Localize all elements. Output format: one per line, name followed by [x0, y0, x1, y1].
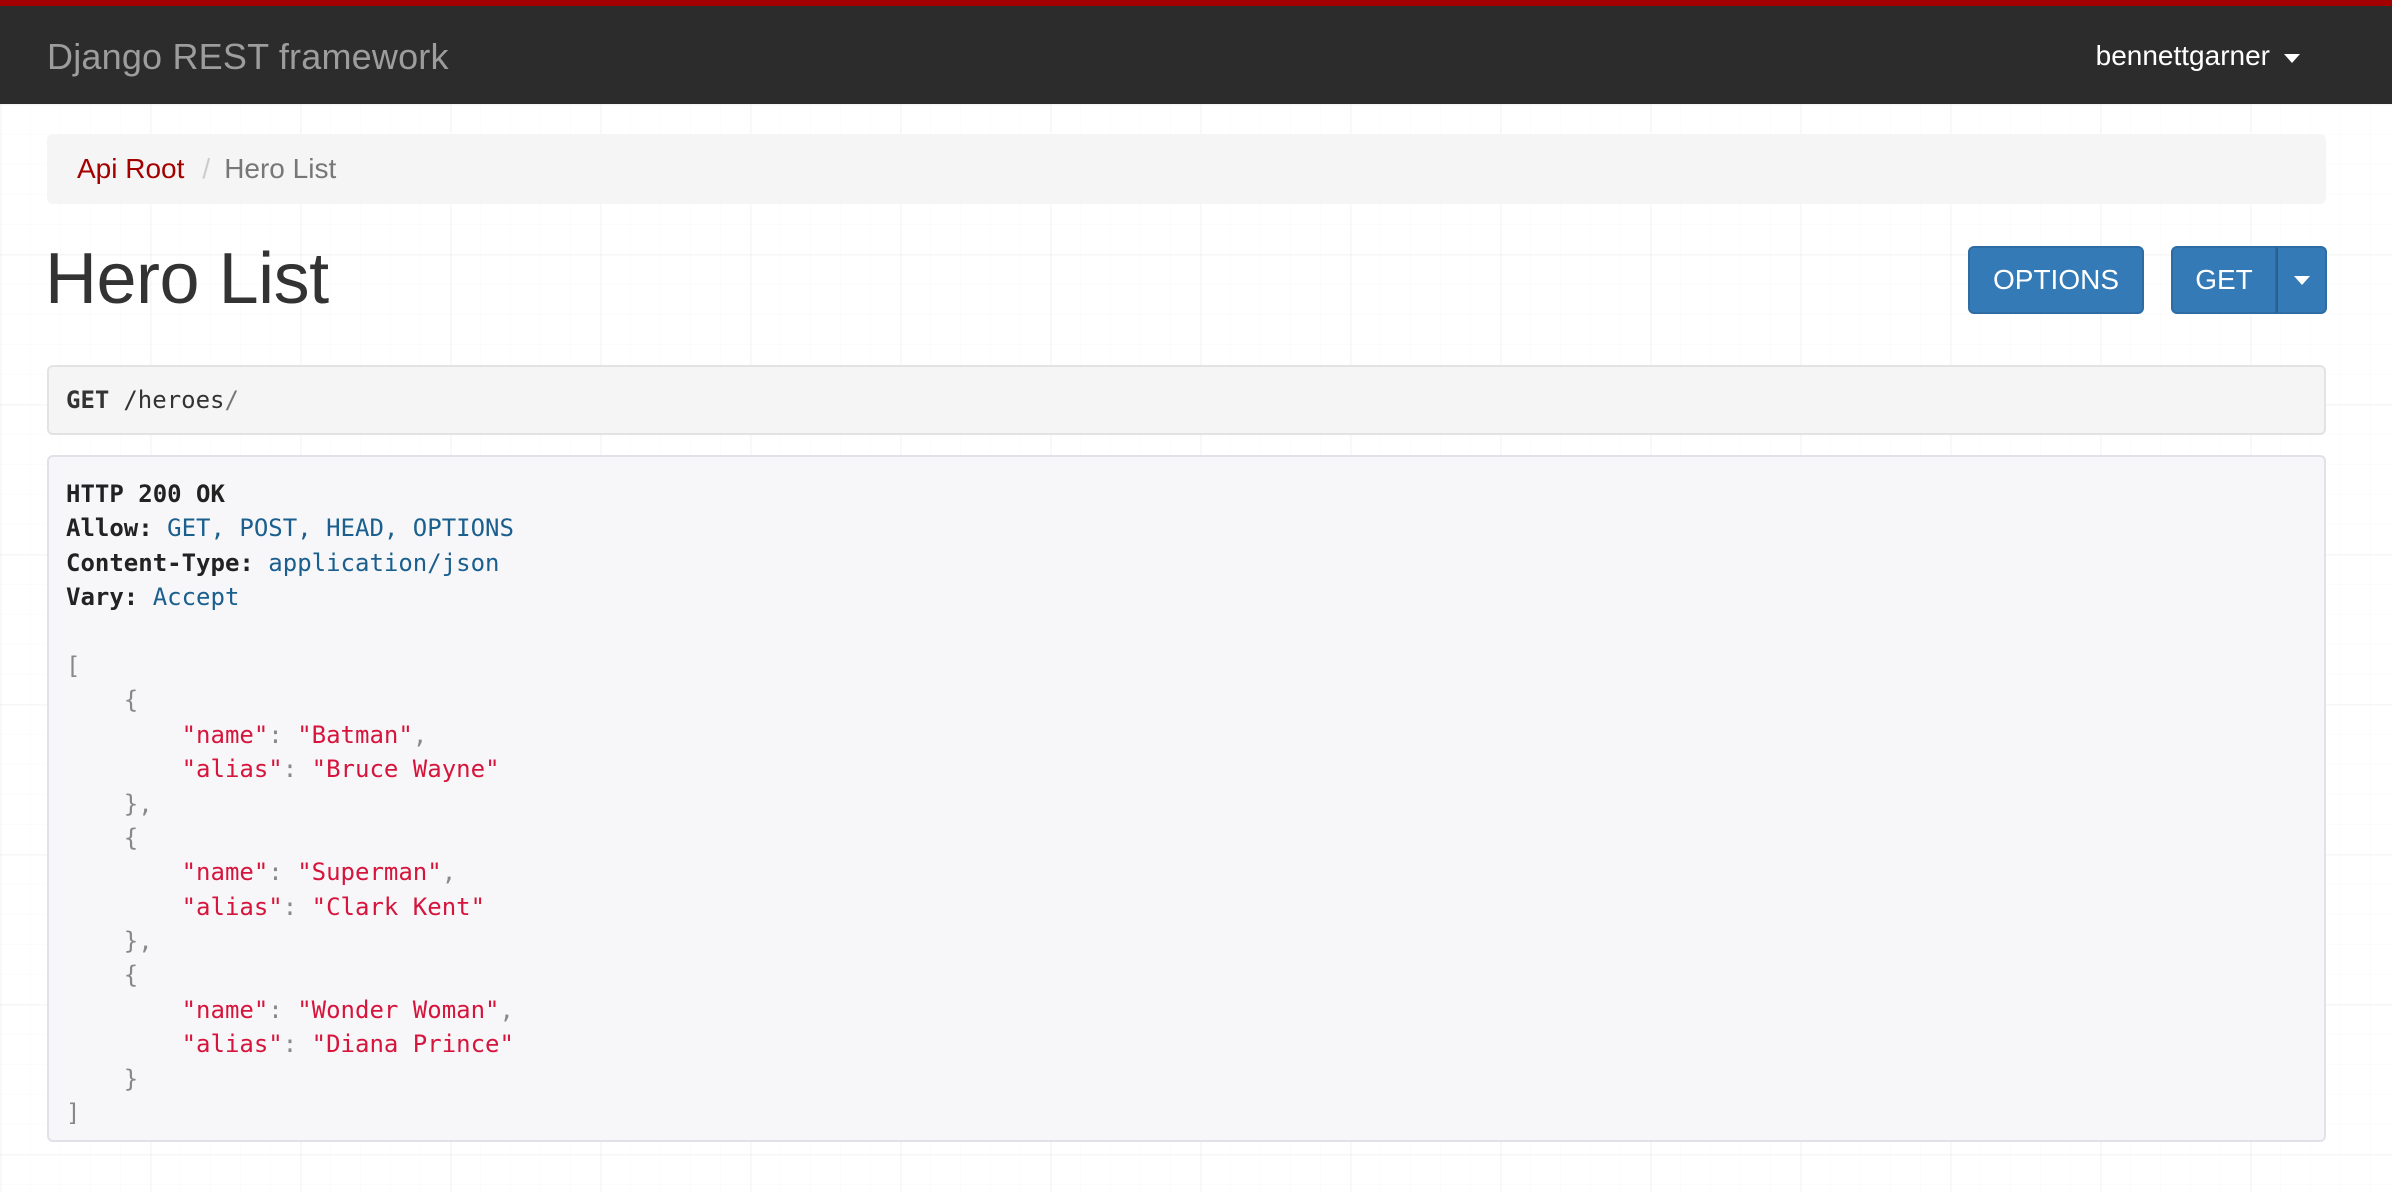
- header-value: GET, POST, HEAD, OPTIONS: [167, 514, 514, 543]
- header-key: Vary:: [66, 583, 139, 612]
- json-value-alias: "Bruce Wayne": [311, 755, 500, 784]
- breadcrumb-api-root-link[interactable]: Api Root: [77, 153, 184, 185]
- request-path-trailing-slash: /: [224, 386, 239, 414]
- request-method: GET: [66, 386, 110, 414]
- json-value-alias: "Diana Prince": [311, 1030, 514, 1059]
- hero-name: Batman: [311, 720, 399, 749]
- json-row: "alias": "Bruce Wayne": [181, 755, 500, 784]
- json-value-name: "Wonder Woman": [297, 995, 500, 1024]
- hero-alias: Diana Prince: [326, 1030, 500, 1059]
- json-row: "name": "Wonder Woman",: [181, 995, 514, 1024]
- json-key: "name": [181, 858, 269, 887]
- caret-down-icon: [2293, 275, 2310, 285]
- user-menu-dropdown[interactable]: bennettgarner: [2096, 40, 2300, 72]
- response-status: HTTP 200 OK: [66, 480, 225, 508]
- hero-name: Wonder Woman: [311, 995, 486, 1024]
- json-key: "name": [181, 720, 269, 749]
- json-value-name: "Superman": [297, 858, 442, 887]
- header-value: application/json: [268, 548, 500, 577]
- response-header-row: Allow: GET, POST, HEAD, OPTIONS: [66, 511, 2307, 545]
- breadcrumb-current: Hero List: [224, 153, 337, 184]
- hero-alias: Bruce Wayne: [326, 755, 486, 784]
- json-value-name: "Batman": [297, 720, 413, 749]
- hero-alias: Clark Kent: [326, 892, 471, 921]
- json-row: "alias": "Clark Kent": [181, 892, 486, 921]
- json-row: "alias": "Diana Prince": [181, 1030, 514, 1059]
- request-path-text: /heroes: [123, 386, 225, 414]
- get-format-dropdown-toggle[interactable]: [2276, 246, 2327, 314]
- breadcrumb-separator: /: [202, 153, 211, 184]
- hero-name: Superman: [311, 858, 428, 887]
- options-button[interactable]: OPTIONS: [1968, 246, 2144, 314]
- navbar: Django REST framework bennettgarner: [0, 0, 2392, 104]
- json-key: "name": [181, 995, 269, 1024]
- page-title: Hero List: [45, 239, 329, 319]
- header-value: Accept: [152, 583, 240, 612]
- response-content: HTTP 200 OK Allow: GET, POST, HEAD, OPTIO…: [47, 455, 2326, 1142]
- request-path: /heroes/: [123, 386, 239, 414]
- response-header-row: Vary: Accept: [66, 580, 2307, 614]
- get-button[interactable]: GET: [2171, 246, 2277, 314]
- json-row: "name": "Superman",: [181, 858, 457, 887]
- breadcrumb: Api Root / Hero List: [47, 134, 2326, 204]
- brand-title[interactable]: Django REST framework: [47, 36, 449, 78]
- response-header-row: Content-Type: application/json: [66, 546, 2307, 580]
- user-name: bennettgarner: [2095, 40, 2270, 71]
- header-key: Allow:: [66, 514, 153, 543]
- json-key: "alias": [181, 755, 283, 784]
- header-key: Content-Type:: [66, 548, 254, 577]
- json-value-alias: "Clark Kent": [311, 892, 486, 921]
- caret-down-icon: [2284, 53, 2300, 63]
- json-row: "name": "Batman",: [181, 720, 428, 749]
- json-key: "alias": [181, 892, 283, 921]
- request-info: GET /heroes/: [47, 365, 2326, 435]
- json-key: "alias": [181, 1030, 283, 1059]
